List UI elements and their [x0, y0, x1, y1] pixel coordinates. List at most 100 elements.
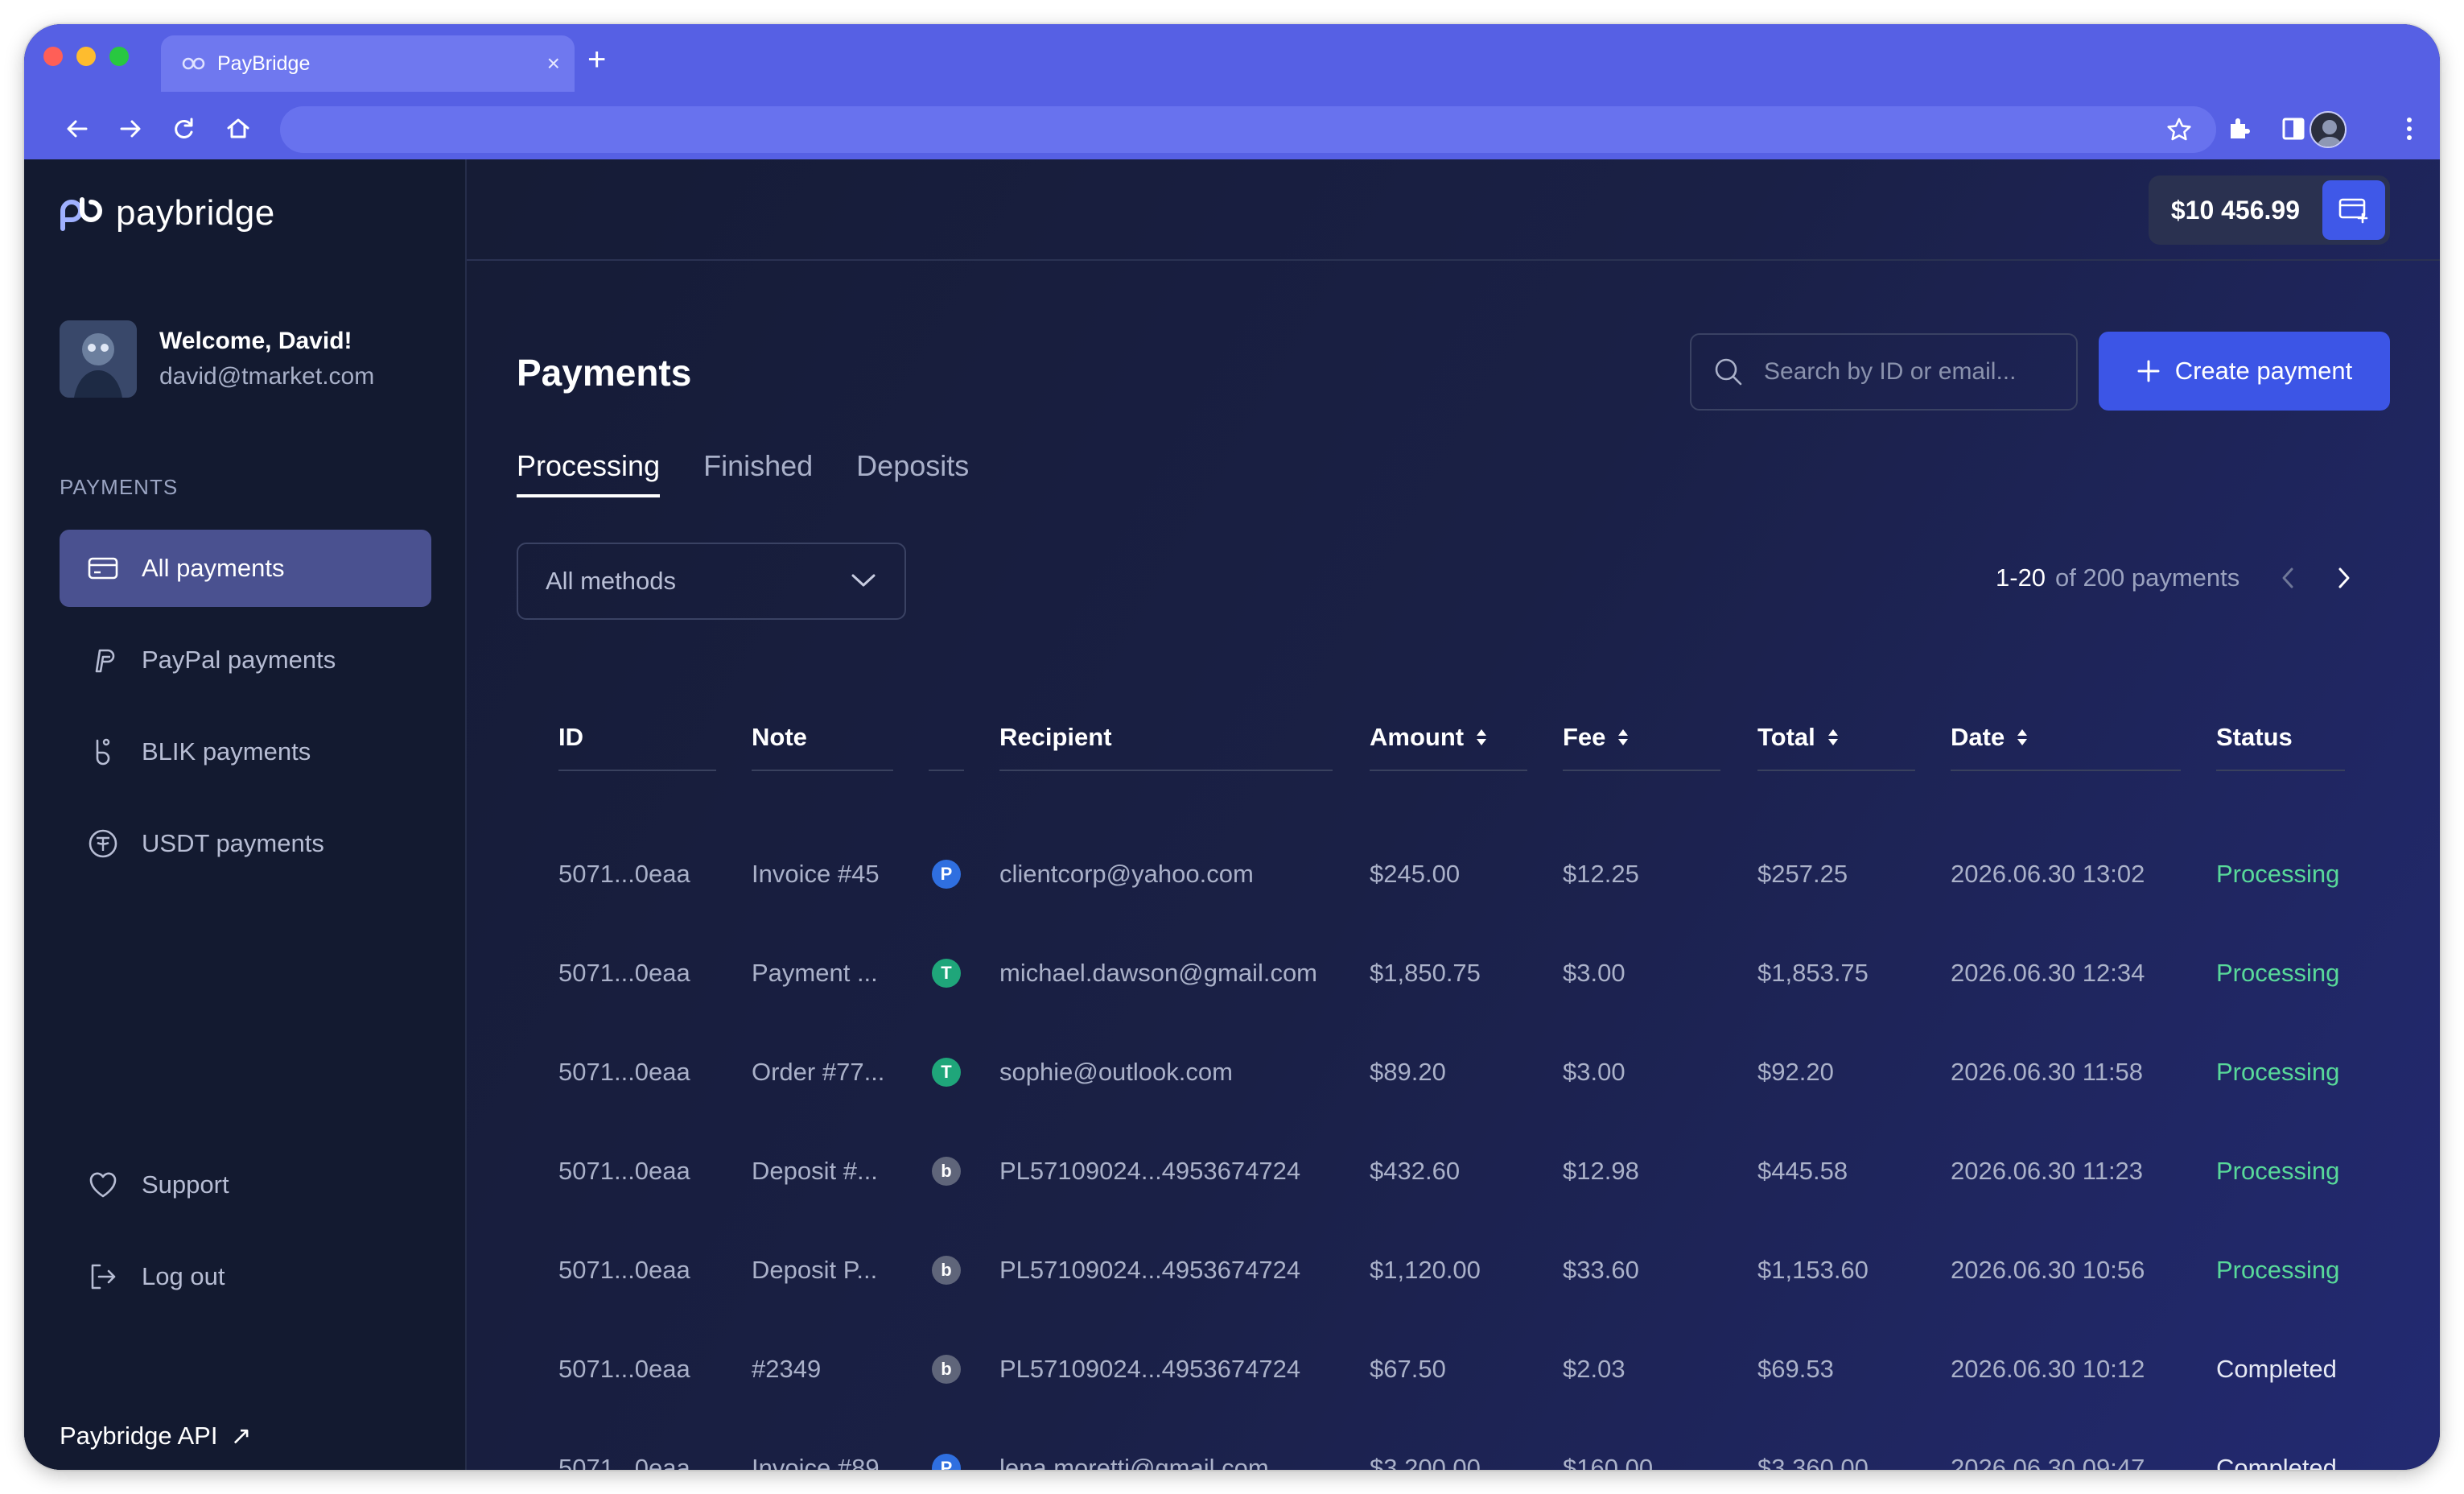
prev-page-icon[interactable] — [2280, 566, 2296, 590]
plus-icon — [2137, 360, 2160, 382]
search-box — [1690, 333, 2078, 411]
table-row[interactable]: 5071...0eaa Deposit P... b PL57109024...495… — [24, 1221, 2440, 1319]
balance-amount: $10 456.99 — [2170, 195, 2300, 225]
blik-method-icon: b — [932, 1256, 961, 1285]
cell-recipient: PL57109024...4953674724 — [999, 1256, 1301, 1284]
close-tab-icon[interactable]: × — [547, 52, 560, 75]
payment-method-cell: T — [932, 924, 961, 1022]
sidebar-item-all-payments[interactable]: All payments — [60, 530, 431, 607]
sort-icon — [1618, 729, 1629, 745]
chevron-down-icon — [851, 574, 876, 587]
minimize-window-button[interactable] — [76, 47, 96, 66]
cell-amount: $89.20 — [1370, 1058, 1446, 1086]
sidebar-item-paypal-payments[interactable]: PayPal payments — [60, 621, 431, 699]
paypal-method-icon: P — [932, 860, 961, 889]
cell-date: 2026.06.30 10:56 — [1951, 1256, 2145, 1284]
home-icon[interactable] — [222, 113, 254, 145]
sort-icon — [1827, 729, 1838, 745]
cell-date: 2026.06.30 13:02 — [1951, 860, 2145, 888]
table-row[interactable]: 5071...0eaa #2349 b PL57109024...4953674724… — [24, 1320, 2440, 1418]
column-header: Note — [752, 689, 807, 786]
bookmark-star-icon[interactable] — [2166, 117, 2192, 142]
cell-status: Processing — [2216, 959, 2340, 987]
brand-logo[interactable]: paybridge — [58, 193, 275, 233]
column-header[interactable]: Amount — [1370, 689, 1488, 786]
create-payment-label: Create payment — [2174, 357, 2353, 385]
tab-processing[interactable]: Processing — [517, 449, 661, 497]
new-tab-icon[interactable]: + — [587, 43, 606, 76]
back-icon[interactable] — [61, 113, 93, 145]
cell-total: $257.25 — [1757, 860, 1848, 888]
pagination-range: 1-20 — [1996, 563, 2046, 592]
balance-widget: $10 456.99 — [2148, 175, 2390, 245]
profile-avatar[interactable] — [2309, 111, 2347, 148]
maximize-window-button[interactable] — [109, 47, 129, 66]
usdt-method-icon: T — [932, 1058, 961, 1087]
column-header-underline — [752, 770, 893, 771]
column-header-label: Total — [1757, 723, 1815, 751]
cell-total: $3,360.00 — [1757, 1454, 1869, 1470]
column-header[interactable]: Fee — [1563, 689, 1630, 786]
cell-date: 2026.06.30 11:23 — [1951, 1157, 2144, 1185]
table-row[interactable]: 5071...0eaa Invoice #45 Pclientcorp@yahoo.… — [24, 825, 2440, 923]
search-input[interactable] — [1764, 358, 2054, 386]
tab-deposits[interactable]: Deposits — [856, 449, 969, 497]
browser-tab-title: PayBridge — [217, 52, 311, 75]
card-icon — [88, 557, 118, 580]
column-header-underline — [1370, 770, 1527, 771]
cell-recipient: PL57109024...4953674724 — [999, 1157, 1301, 1185]
cell-fee: $3.00 — [1563, 1058, 1625, 1086]
column-header[interactable]: Date — [1951, 689, 2029, 786]
close-window-button[interactable] — [43, 47, 63, 66]
column-header: ID — [558, 689, 583, 786]
table-row[interactable]: 5071...0eaa Payment ... Tmichael.dawson@gm… — [24, 924, 2440, 1022]
column-header-underline — [999, 770, 1333, 771]
tab-finished[interactable]: Finished — [703, 449, 813, 497]
cell-date: 2026.06.30 09:47 — [1951, 1454, 2145, 1470]
cell-note: Deposit #... — [752, 1157, 878, 1185]
cell-status: Completed — [2216, 1454, 2337, 1470]
address-bar[interactable] — [280, 106, 2216, 153]
window-controls — [43, 47, 129, 66]
table-row[interactable]: 5071...0eaa Deposit #... b PL57109024...495… — [24, 1122, 2440, 1220]
column-header-underline — [558, 770, 716, 771]
forward-icon[interactable] — [114, 113, 146, 145]
extensions-icon[interactable] — [2223, 113, 2255, 145]
paybridge-favicon-icon — [182, 57, 205, 70]
column-header: Status — [2216, 689, 2293, 786]
table-row[interactable]: 5071...0eaa Invoice #89 Plena.moretti@gmai… — [24, 1419, 2440, 1470]
sidebar-item-label: PayPal payments — [142, 646, 336, 674]
add-funds-button[interactable] — [2322, 180, 2385, 240]
blik-method-icon: b — [932, 1157, 961, 1186]
cell-note: Invoice #45 — [752, 860, 880, 888]
payment-method-cell: T — [932, 1023, 961, 1121]
cell-id: 5071...0eaa — [558, 1256, 690, 1284]
wallet-add-icon — [2338, 198, 2368, 224]
user-avatar[interactable] — [60, 320, 137, 398]
cell-note: Payment ... — [752, 959, 878, 987]
create-payment-button[interactable]: Create payment — [2099, 332, 2390, 411]
column-header-underline — [1563, 770, 1720, 771]
side-panel-icon[interactable] — [2277, 113, 2309, 145]
pagination-total: of 200 payments — [2055, 563, 2240, 592]
method-filter-value: All methods — [546, 567, 676, 595]
method-filter-select[interactable]: All methods — [517, 543, 906, 620]
reload-icon[interactable] — [167, 113, 200, 145]
column-header-label: Note — [752, 723, 807, 751]
browser-menu-icon[interactable] — [2393, 113, 2425, 145]
browser-window: PayBridge × + paybridge Welcome, David! … — [24, 24, 2440, 1470]
column-header-underline — [1757, 770, 1915, 771]
cell-id: 5071...0eaa — [558, 1454, 690, 1470]
next-page-icon[interactable] — [2336, 566, 2352, 590]
column-header[interactable]: Total — [1757, 689, 1840, 786]
cell-id: 5071...0eaa — [558, 959, 690, 987]
table-row[interactable]: 5071...0eaa Order #77... Tsophie@outlook.c… — [24, 1023, 2440, 1121]
cell-date: 2026.06.30 11:58 — [1951, 1058, 2144, 1086]
cell-id: 5071...0eaa — [558, 1058, 690, 1086]
browser-tab[interactable]: PayBridge × — [161, 35, 575, 92]
cell-status: Processing — [2216, 1157, 2340, 1185]
cell-recipient: michael.dawson@gmail.com — [999, 959, 1318, 987]
cell-id: 5071...0eaa — [558, 1355, 690, 1383]
cell-total: $445.58 — [1757, 1157, 1848, 1185]
cell-id: 5071...0eaa — [558, 860, 690, 888]
